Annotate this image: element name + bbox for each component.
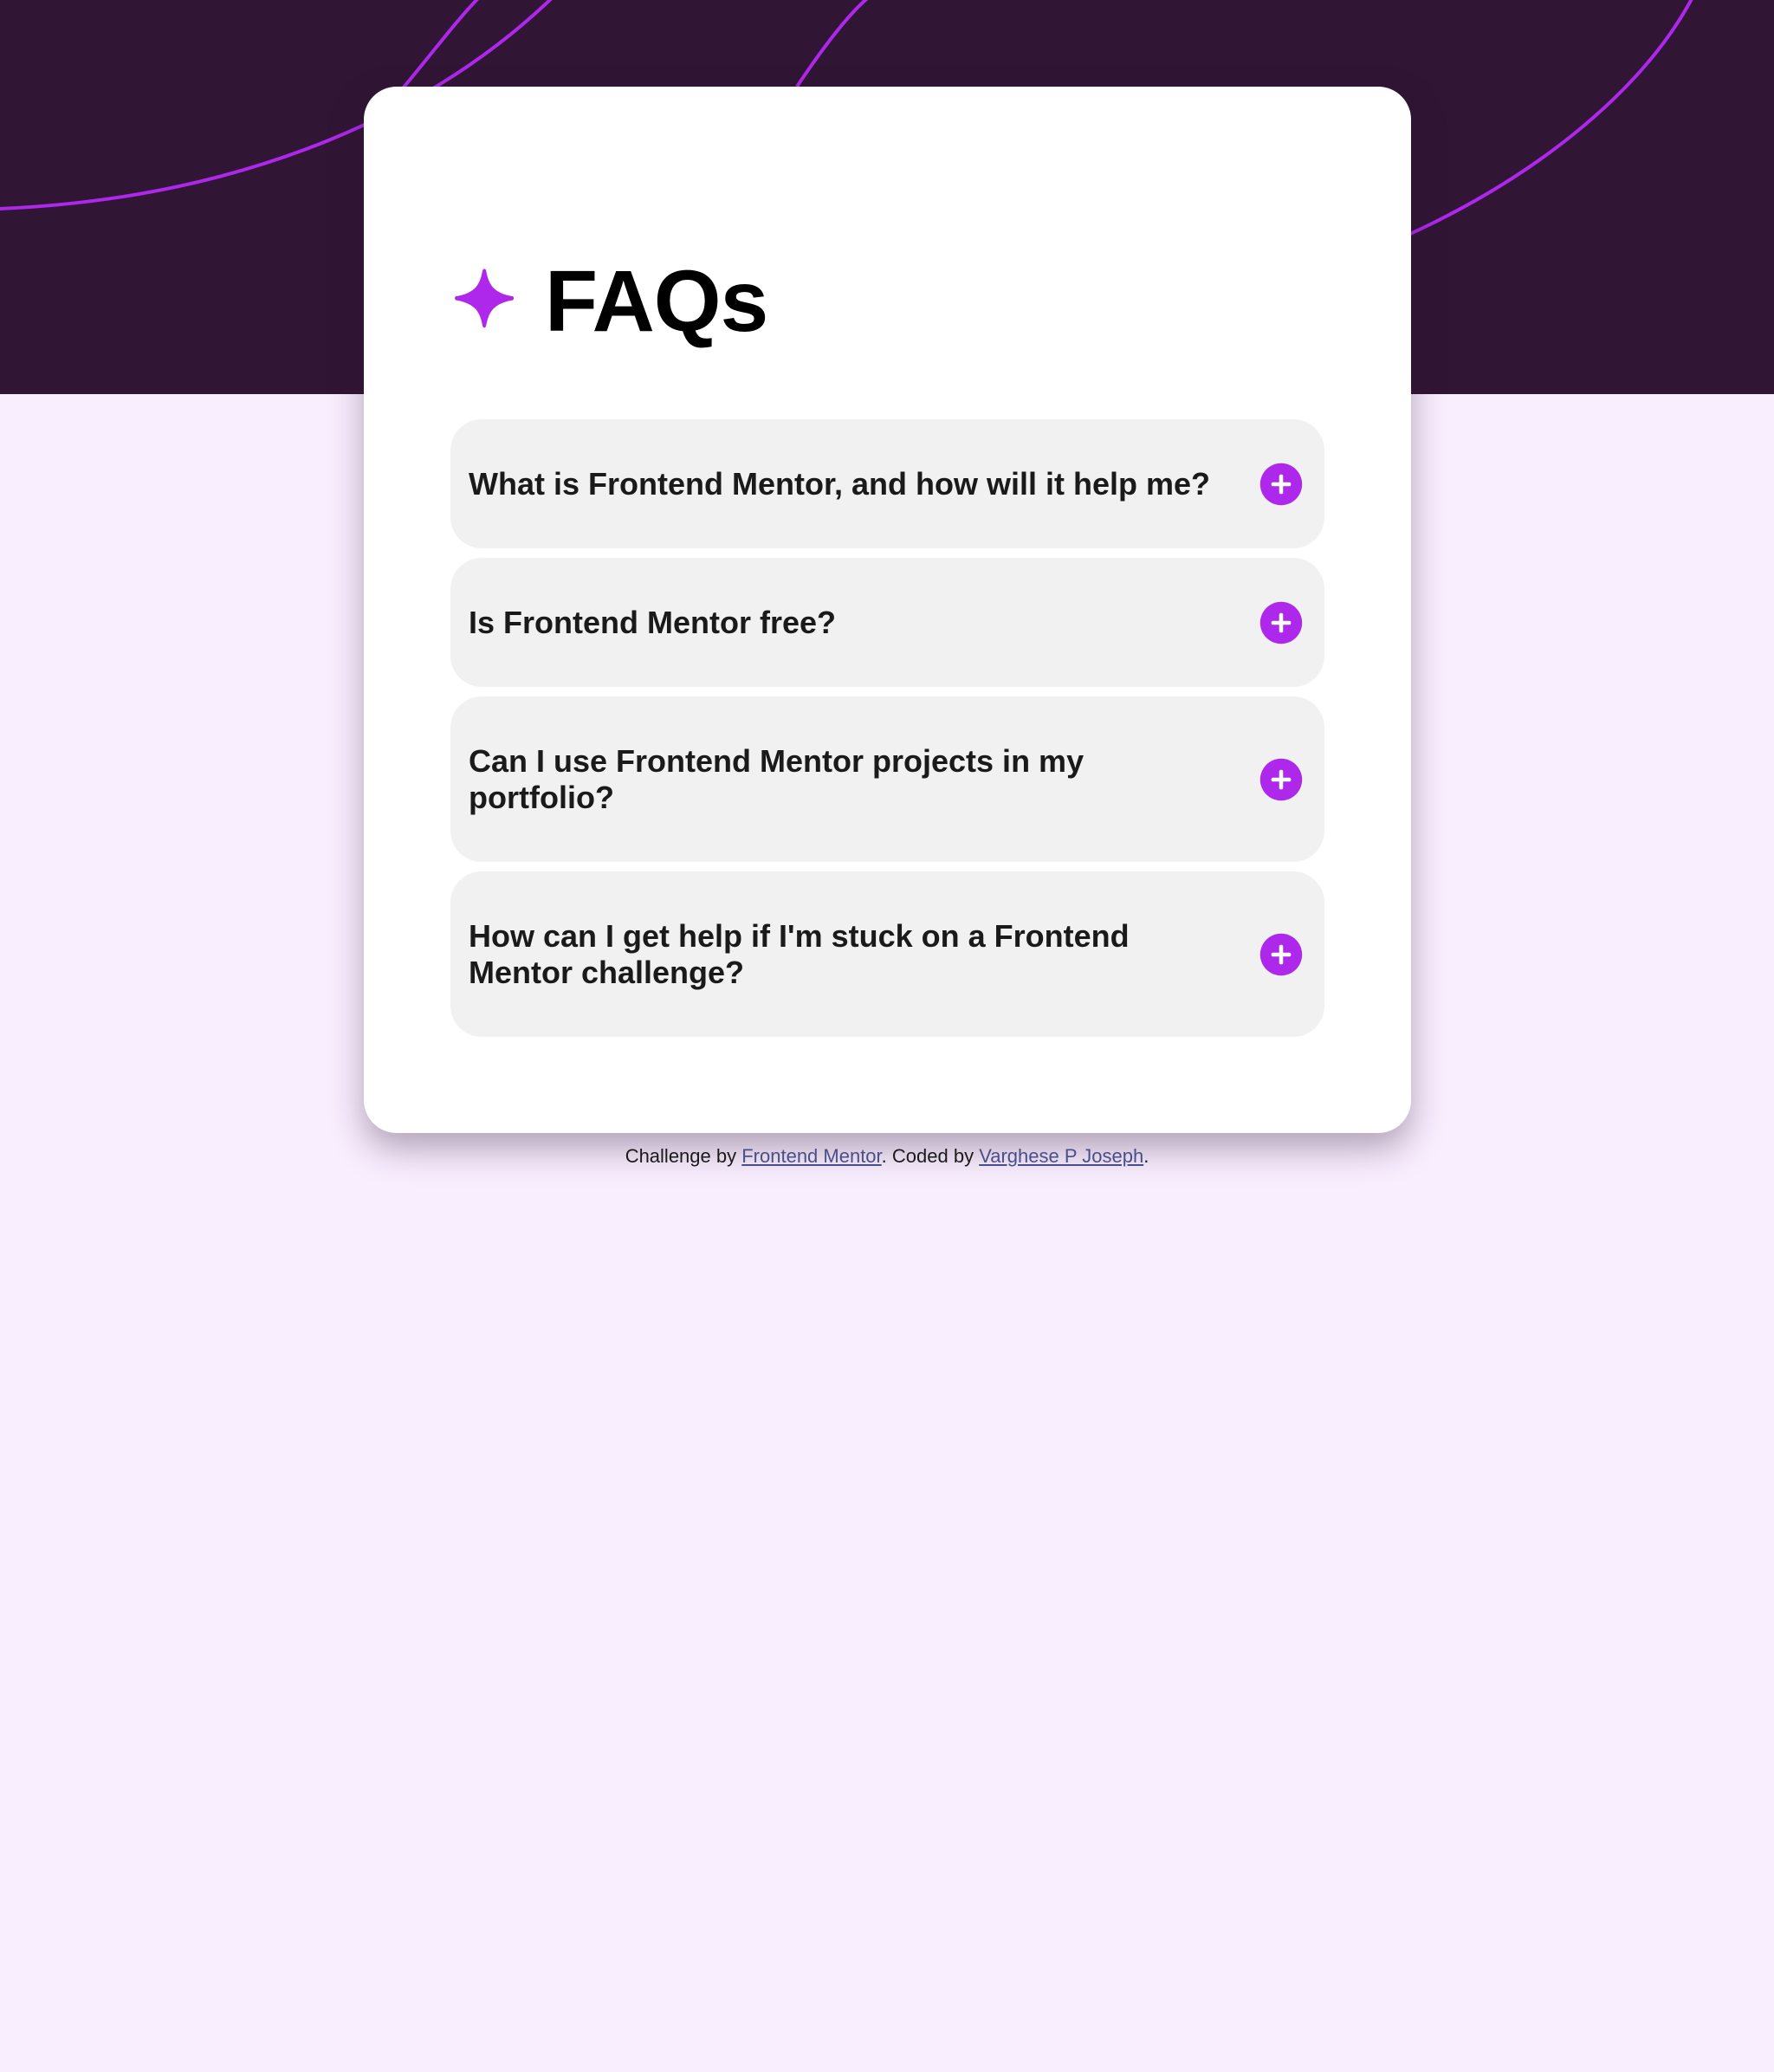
plus-icon[interactable] [1259,933,1303,976]
attribution: Challenge by Frontend Mentor. Coded by V… [0,1145,1774,1168]
plus-icon[interactable] [1259,463,1303,506]
plus-icon[interactable] [1259,601,1303,644]
faq-question: Is Frontend Mentor free? [469,604,837,640]
attribution-prefix: Challenge by [625,1145,742,1167]
frontend-mentor-link[interactable]: Frontend Mentor [741,1145,881,1167]
faq-item[interactable]: Is Frontend Mentor free? [450,558,1324,687]
faq-item[interactable]: How can I get help if I'm stuck on a Fro… [450,871,1324,1037]
faq-item[interactable]: What is Frontend Mentor, and how will it… [450,419,1324,548]
faq-item[interactable]: Can I use Frontend Mentor projects in my… [450,696,1324,862]
plus-icon[interactable] [1259,758,1303,801]
star-icon [455,269,515,328]
faq-question: What is Frontend Mentor, and how will it… [469,465,1211,502]
faq-question: How can I get help if I'm stuck on a Fro… [469,917,1130,990]
faq-question: Can I use Frontend Mentor projects in my… [469,742,1084,815]
faq-card: FAQs What is Frontend Mentor, and how wi… [364,87,1411,1133]
faq-header: FAQs [452,251,768,351]
author-link[interactable]: Varghese P Joseph [979,1145,1143,1167]
faq-list: What is Frontend Mentor, and how will it… [450,419,1324,1046]
attribution-middle: . Coded by [881,1145,980,1167]
page-title: FAQs [545,252,768,350]
attribution-suffix: . [1143,1145,1149,1167]
